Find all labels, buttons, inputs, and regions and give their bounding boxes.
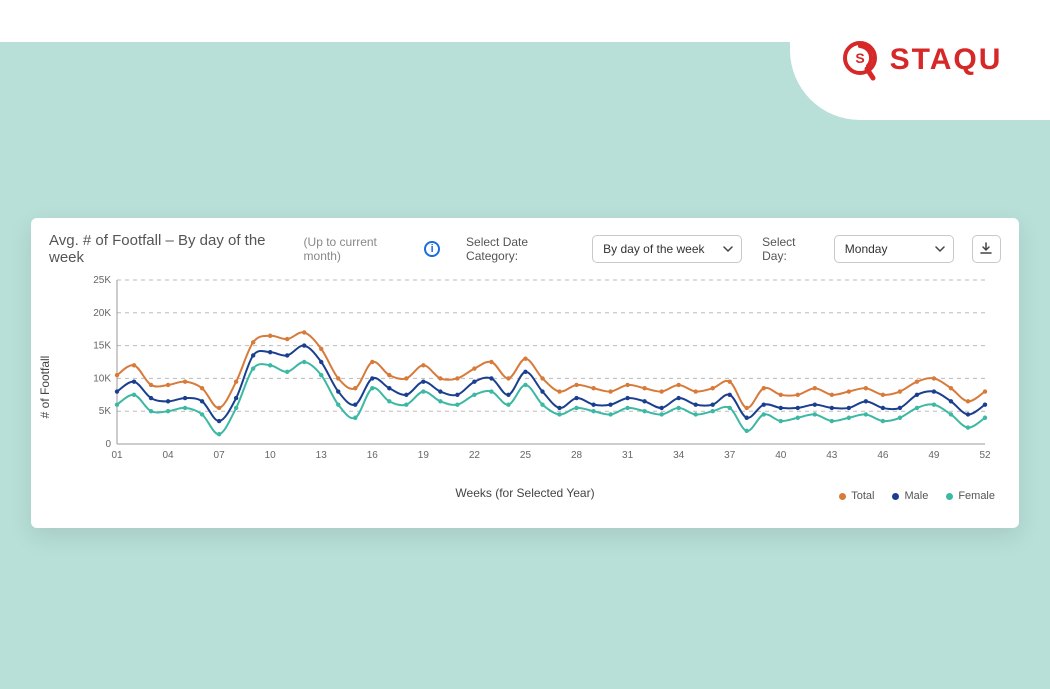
chart-subtitle: (Up to current month) (304, 235, 415, 263)
day-label: Select Day: (762, 235, 822, 263)
date-category-label: Select Date Category: (466, 235, 580, 263)
svg-text:49: 49 (928, 450, 940, 461)
legend-male: Male (892, 490, 928, 502)
brand-logo: S STAQU (790, 0, 1050, 120)
legend-female: Female (946, 490, 995, 502)
svg-text:31: 31 (622, 450, 634, 461)
brand-mark-icon: S (838, 38, 882, 82)
chart-title: Avg. # of Footfall – By day of the week (49, 232, 298, 266)
svg-text:15K: 15K (93, 341, 111, 352)
svg-text:40: 40 (775, 450, 787, 461)
svg-text:S: S (855, 50, 864, 66)
download-button[interactable] (972, 235, 1001, 263)
svg-text:22: 22 (469, 450, 481, 461)
day-select[interactable]: Monday (834, 235, 954, 263)
legend-total: Total (839, 490, 874, 502)
chart-card: Avg. # of Footfall – By day of the week … (31, 218, 1019, 528)
svg-text:37: 37 (724, 450, 736, 461)
svg-text:34: 34 (673, 450, 685, 461)
svg-text:04: 04 (162, 450, 174, 461)
chart-legend: Total Male Female (839, 490, 995, 502)
y-axis-label: # of Footfall (38, 356, 52, 419)
svg-text:25: 25 (520, 450, 532, 461)
svg-text:10K: 10K (93, 373, 111, 384)
download-icon (979, 242, 993, 256)
legend-dot-male (892, 493, 899, 500)
legend-dot-total (839, 493, 846, 500)
chevron-down-icon (935, 244, 945, 254)
day-value: Monday (845, 242, 888, 256)
svg-text:28: 28 (571, 450, 583, 461)
svg-text:01: 01 (111, 450, 123, 461)
svg-text:19: 19 (418, 450, 430, 461)
svg-text:52: 52 (979, 450, 991, 461)
chevron-down-icon (723, 244, 733, 254)
svg-text:0: 0 (105, 439, 111, 450)
brand-name: STAQU (890, 43, 1003, 77)
legend-dot-female (946, 493, 953, 500)
svg-text:5K: 5K (99, 406, 112, 417)
svg-text:16: 16 (367, 450, 379, 461)
line-chart: 0 5K 10K 15K 20K 25K 01 04 07 10 13 16 19 22 25 28 31 34 3… (79, 272, 995, 472)
svg-text:10: 10 (265, 450, 277, 461)
date-category-value: By day of the week (603, 242, 704, 256)
svg-text:13: 13 (316, 450, 328, 461)
svg-text:43: 43 (826, 450, 838, 461)
svg-text:25K: 25K (93, 275, 111, 286)
date-category-select[interactable]: By day of the week (592, 235, 742, 263)
chart-area: # of Footfall 05K10K15K20K25K01040710131… (49, 272, 1001, 502)
svg-text:07: 07 (214, 450, 226, 461)
card-header: Avg. # of Footfall – By day of the week … (49, 232, 1001, 266)
svg-text:20K: 20K (93, 308, 111, 319)
info-icon[interactable]: i (424, 241, 440, 257)
svg-text:46: 46 (877, 450, 889, 461)
